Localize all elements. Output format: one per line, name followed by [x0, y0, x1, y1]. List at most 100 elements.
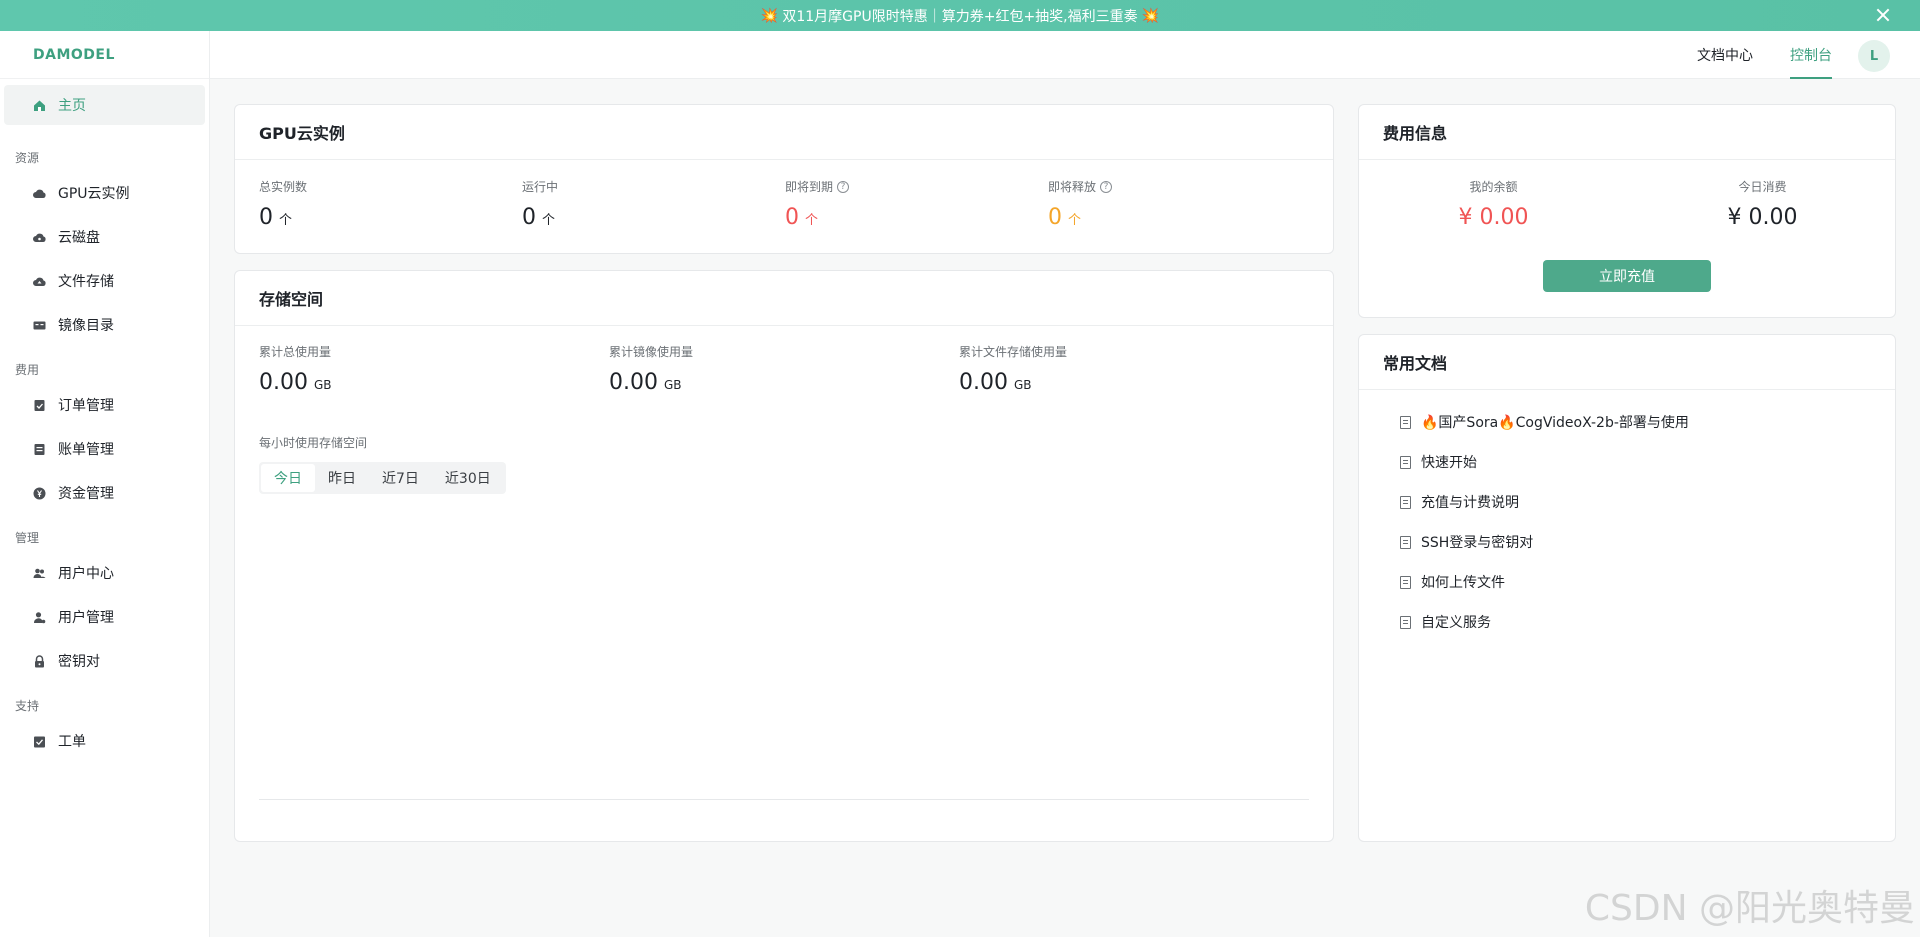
sidebar-group-billing: 费用	[15, 363, 40, 377]
stat-value: 0	[1048, 205, 1062, 230]
stat-total-instances: 总实例数 0个	[259, 178, 307, 230]
order-icon	[33, 399, 46, 412]
doc-link-label: 快速开始	[1421, 455, 1477, 471]
tab-yesterday[interactable]: 昨日	[315, 464, 369, 492]
document-icon	[1400, 455, 1411, 469]
sidebar-item-label: 主页	[58, 98, 86, 114]
logo[interactable]: DAMODEL	[0, 31, 209, 79]
tab-last-30-days[interactable]: 近30日	[432, 464, 504, 492]
sidebar-group-management: 管理	[15, 531, 40, 545]
sidebar-item-bills[interactable]: 账单管理	[0, 427, 209, 471]
storage-card: 存储空间 累计总使用量 0.00 GB 累计镜像使用量 0.00 GB 累计文件存储…	[234, 270, 1334, 842]
sidebar-item-user-center[interactable]: 用户中心	[0, 551, 209, 595]
stat-label: 累计文件存储使用量	[959, 345, 1068, 359]
stat-unit: GB	[663, 378, 682, 392]
document-icon	[1400, 615, 1411, 629]
stat-value: 0.00	[959, 370, 1008, 395]
help-icon[interactable]: ?	[837, 180, 850, 193]
ticket-icon	[33, 735, 46, 748]
time-range-tabs: 今日 昨日 近7日 近30日	[259, 462, 506, 494]
gpu-card-title: GPU云实例	[235, 105, 1333, 160]
sidebar-item-tickets[interactable]: 工单	[0, 719, 209, 763]
sidebar-item-label: GPU云实例	[58, 186, 130, 202]
sidebar-item-label: 镜像目录	[58, 318, 114, 334]
sidebar-item-label: 用户管理	[58, 610, 114, 626]
docs-center-link[interactable]: 文档中心	[1697, 31, 1753, 79]
sidebar: DAMODEL 主页 资源 GPU云实例 云磁盘 文件存储 镜像目录 费用 订单…	[0, 31, 210, 937]
today-spend-stat: 今日消费 ¥ 0.00	[1628, 178, 1897, 230]
stat-unit: 个	[279, 213, 293, 228]
user-settings-icon	[33, 611, 46, 624]
doc-link[interactable]: 如何上传文件	[1400, 572, 1505, 592]
stat-value: 0	[522, 205, 536, 230]
doc-link-label: 自定义服务	[1421, 615, 1491, 631]
yen-coin-icon	[33, 487, 46, 500]
doc-link-label: 如何上传文件	[1421, 575, 1505, 591]
avatar[interactable]: L	[1858, 40, 1890, 72]
sidebar-item-user-management[interactable]: 用户管理	[0, 595, 209, 639]
doc-link[interactable]: 🔥国产Sora🔥CogVideoX-2b-部署与使用	[1400, 412, 1689, 432]
stat-value: 0	[259, 205, 273, 230]
today-spend-value: ¥ 0.00	[1727, 205, 1798, 230]
watermark: CSDN @阳光奥特曼	[1584, 888, 1915, 929]
sidebar-item-home[interactable]: 主页	[4, 85, 205, 125]
sidebar-item-label: 云磁盘	[58, 230, 100, 246]
cloud-disk-icon	[33, 231, 46, 244]
explosion-icon: 💥	[1141, 7, 1160, 24]
billing-card: 费用信息 我的余额 ¥ 0.00 今日消费 ¥ 0.00 立即充值	[1358, 104, 1896, 318]
close-icon[interactable]	[1874, 6, 1892, 24]
balance-value: ¥ 0.00	[1458, 205, 1529, 230]
bill-icon	[33, 443, 46, 456]
console-link[interactable]: 控制台	[1790, 31, 1832, 79]
stat-label: 即将释放	[1048, 180, 1097, 194]
stat-label: 运行中	[522, 180, 559, 194]
balance-stat: 我的余额 ¥ 0.00	[1359, 178, 1628, 230]
doc-link[interactable]: 快速开始	[1400, 452, 1477, 472]
tab-last-7-days[interactable]: 近7日	[369, 464, 432, 492]
sidebar-item-label: 工单	[58, 734, 86, 750]
stat-total-usage: 累计总使用量 0.00 GB	[259, 343, 332, 395]
gpu-instance-card: GPU云实例 总实例数 0个 运行中 0个 即将到期? 0个 即将释放? 0个	[234, 104, 1334, 254]
stat-label: 即将到期	[785, 180, 834, 194]
help-icon[interactable]: ?	[1100, 180, 1113, 193]
sidebar-item-label: 账单管理	[58, 442, 114, 458]
cloud-icon	[33, 187, 46, 200]
cloud-upload-icon	[33, 275, 46, 288]
balance-label: 我的余额	[1469, 180, 1518, 194]
stat-file-storage-usage: 累计文件存储使用量 0.00 GB	[959, 343, 1067, 395]
recharge-button[interactable]: 立即充值	[1543, 260, 1711, 292]
document-icon	[1400, 575, 1411, 589]
chart-baseline	[259, 799, 1309, 800]
sidebar-item-keypair[interactable]: 密钥对	[0, 639, 209, 683]
sidebar-item-image-catalog[interactable]: 镜像目录	[0, 303, 209, 347]
stat-unit: GB	[1013, 378, 1032, 392]
image-catalog-icon	[33, 319, 46, 332]
doc-link[interactable]: 自定义服务	[1400, 612, 1491, 632]
lock-icon	[33, 654, 46, 668]
promo-banner[interactable]: 💥 双11月摩GPU限时特惠｜算力券+红包+抽奖,福利三重奏 💥	[0, 0, 1920, 31]
sidebar-item-funds[interactable]: 资金管理	[0, 471, 209, 515]
users-icon	[33, 567, 46, 580]
sidebar-item-gpu-instance[interactable]: GPU云实例	[0, 171, 209, 215]
stat-label: 总实例数	[259, 180, 308, 194]
sidebar-group-resources: 资源	[15, 151, 40, 165]
stat-unit: 个	[1068, 213, 1082, 228]
hourly-storage-label: 每小时使用存储空间	[259, 436, 368, 450]
stat-unit: 个	[805, 213, 819, 228]
sidebar-item-file-storage[interactable]: 文件存储	[0, 259, 209, 303]
sidebar-item-label: 订单管理	[58, 398, 114, 414]
tab-today[interactable]: 今日	[261, 464, 315, 492]
sidebar-item-cloud-disk[interactable]: 云磁盘	[0, 215, 209, 259]
document-icon	[1400, 495, 1411, 509]
doc-link[interactable]: SSH登录与密钥对	[1400, 532, 1533, 552]
home-icon	[33, 99, 46, 112]
stat-unit: 个	[542, 213, 556, 228]
document-icon	[1400, 535, 1411, 549]
stat-value: 0.00	[609, 370, 658, 395]
doc-link[interactable]: 充值与计费说明	[1400, 492, 1519, 512]
storage-card-title: 存储空间	[235, 271, 1333, 326]
explosion-icon: 💥	[760, 7, 779, 24]
stat-value: 0	[785, 205, 799, 230]
sidebar-item-orders[interactable]: 订单管理	[0, 383, 209, 427]
sidebar-item-label: 密钥对	[58, 654, 100, 670]
